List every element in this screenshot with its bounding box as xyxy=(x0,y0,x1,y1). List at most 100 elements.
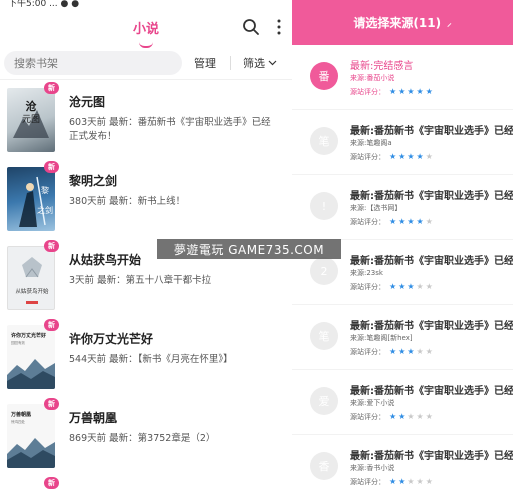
source-list: 番最新:完结感言 来源:番茄小说 源站评分： ★ ★ ★ ★ ★ 笔最新:番茄新书《宇宙职业选手… xyxy=(292,45,513,496)
star-icon: ★ xyxy=(407,347,415,356)
source-item[interactable]: 香最新:番茄新书《宇宙职业选手》已经… 来源:香书小说 源站评分： ★ ★ ★ ★ ★ xyxy=(292,435,513,496)
source-latest-chapter: 最新:番茄新书《宇宙职业选手》已经… xyxy=(350,191,513,202)
source-picker-title: 请选择来源(11) xyxy=(353,16,442,30)
rating-stars: ★ ★ ★ ★ ★ xyxy=(389,153,433,161)
book-title: 从姑获鸟开始 xyxy=(69,253,142,267)
search-input[interactable]: 搜索书架 xyxy=(4,50,182,75)
book-item[interactable]: 沧 元图 新 沧元图 603天前 最新：番茄新书《宇宙职业选手》已经正式发布！ xyxy=(0,80,292,159)
source-avatar: 爱 xyxy=(310,387,338,415)
tab-novel[interactable]: 小说 xyxy=(133,18,159,37)
star-icon: ★ xyxy=(398,152,406,161)
source-avatar: 香 xyxy=(310,452,338,480)
book-item[interactable]: 许你万丈光芒好 囧囧有妖 新 许你万丈光芒好 544天前 最新：【新书《月亮在怀… xyxy=(0,317,292,396)
star-icon: ★ xyxy=(398,412,406,421)
source-item[interactable]: ! 最新:番茄新书《宇宙职业选手》已经… 来源:【选书网】 源站评分： ★ ★ ★ ★ ★ xyxy=(292,175,513,240)
star-icon: ★ xyxy=(416,477,424,486)
book-latest: 380天前 最新：新书上线！ xyxy=(69,196,186,207)
star-icon: ★ xyxy=(416,282,424,291)
top-bar: 小说 xyxy=(0,8,292,48)
toolbar-divider xyxy=(230,55,231,70)
source-origin: 来源:笔趣阁[新hex] xyxy=(350,334,413,342)
source-latest-chapter: 最新:番茄新书《宇宙职业选手》已经… xyxy=(350,321,513,332)
book-title: 黎明之剑 xyxy=(69,174,118,188)
star-icon: ★ xyxy=(389,347,397,356)
source-avatar: 笔 xyxy=(310,322,338,350)
book-cover: 从姑获鸟开始 xyxy=(7,246,55,310)
source-item[interactable]: 爱最新:番茄新书《宇宙职业选手》已经… 来源:爱下小说 源站评分： ★ ★ ★ ★ ★ xyxy=(292,370,513,435)
star-icon: ★ xyxy=(425,87,433,96)
source-item[interactable]: 笔最新:番茄新书《宇宙职业选手》已经… 来源:笔趣阁a 源站评分： ★ ★ ★ ★ ★ xyxy=(292,110,513,175)
star-icon: ★ xyxy=(389,152,397,161)
more-vertical-icon[interactable] xyxy=(276,18,282,36)
star-icon: ★ xyxy=(425,217,433,226)
source-avatar: 番 xyxy=(310,62,338,90)
star-icon: ★ xyxy=(425,477,433,486)
star-icon: ★ xyxy=(389,87,397,96)
rating-stars: ★ ★ ★ ★ ★ xyxy=(389,88,433,96)
rating-label: 源站评分： xyxy=(350,478,385,486)
book-latest: 544天前 最新：【新书《月亮在怀里》】 xyxy=(69,354,233,365)
star-icon: ★ xyxy=(407,282,415,291)
rating-label: 源站评分： xyxy=(350,348,385,356)
svg-text:沧: 沧 xyxy=(26,99,37,113)
book-item[interactable]: 万兽朝凰 惊鸿四处 新 万兽朝凰 869天前 最新：第3752章是（2） xyxy=(0,396,292,475)
star-icon: ★ xyxy=(416,152,424,161)
source-rating: 源站评分： ★ ★ ★ ★ ★ xyxy=(350,217,433,227)
book-title: 沧元图 xyxy=(69,95,106,109)
source-latest-chapter: 最新:完结感言 xyxy=(350,61,414,72)
manage-button[interactable]: 管理 xyxy=(194,55,216,71)
star-icon: ★ xyxy=(425,152,433,161)
star-icon: ★ xyxy=(407,412,415,421)
svg-text:元图: 元图 xyxy=(22,114,40,125)
rating-stars: ★ ★ ★ ★ ★ xyxy=(389,413,433,421)
book-title: 万兽朝凰 xyxy=(69,411,118,425)
star-icon: ★ xyxy=(389,412,397,421)
search-icon[interactable] xyxy=(242,18,260,36)
new-badge: 新 xyxy=(44,82,59,94)
star-icon: ★ xyxy=(389,282,397,291)
source-rating: 源站评分： ★ ★ ★ ★ ★ xyxy=(350,87,433,97)
rating-label: 源站评分： xyxy=(350,88,385,96)
rating-stars: ★ ★ ★ ★ ★ xyxy=(389,283,433,291)
book-latest: 869天前 最新：第3752章是（2） xyxy=(69,433,216,444)
star-icon: ★ xyxy=(416,217,424,226)
star-icon: ★ xyxy=(398,347,406,356)
rating-stars: ★ ★ ★ ★ ★ xyxy=(389,478,433,486)
source-picker-header: 请选择来源(11) ⸝ xyxy=(292,0,513,45)
search-placeholder: 搜索书架 xyxy=(14,56,58,70)
bookshelf-toolbar: 搜索书架 管理 筛选 xyxy=(0,46,292,80)
source-latest-chapter: 最新:番茄新书《宇宙职业选手》已经… xyxy=(350,451,513,462)
star-icon: ★ xyxy=(425,347,433,356)
source-item[interactable]: 笔最新:番茄新书《宇宙职业选手》已经… 来源:笔趣阁[新hex] 源站评分： ★ ★ ★ ★… xyxy=(292,305,513,370)
star-icon: ★ xyxy=(407,87,415,96)
source-origin: 来源:23sk xyxy=(350,269,383,277)
star-icon: ★ xyxy=(407,477,415,486)
svg-text:囧囧有妖: 囧囧有妖 xyxy=(11,340,25,345)
book-cover: 万兽朝凰 惊鸿四处 xyxy=(7,404,55,468)
star-icon: ★ xyxy=(416,347,424,356)
book-cover: 许你万丈光芒好 囧囧有妖 xyxy=(7,325,55,389)
new-badge: 新 xyxy=(44,477,59,489)
svg-text:许你万丈光芒好: 许你万丈光芒好 xyxy=(11,332,46,339)
star-icon: ★ xyxy=(398,87,406,96)
star-icon: ★ xyxy=(425,412,433,421)
source-item[interactable]: 番最新:完结感言 来源:番茄小说 源站评分： ★ ★ ★ ★ ★ xyxy=(292,45,513,110)
star-icon: ★ xyxy=(416,412,424,421)
rating-stars: ★ ★ ★ ★ ★ xyxy=(389,348,433,356)
source-latest-chapter: 最新:番茄新书《宇宙职业选手》已经… xyxy=(350,386,513,397)
book-item[interactable]: 黎 之剑 新 黎明之剑 380天前 最新：新书上线！ xyxy=(0,159,292,238)
star-icon: ★ xyxy=(407,217,415,226)
svg-text:惊鸿四处: 惊鸿四处 xyxy=(11,419,25,424)
filter-button[interactable]: 筛选 xyxy=(243,55,277,71)
rating-label: 源站评分： xyxy=(350,218,385,226)
svg-text:万兽朝凰: 万兽朝凰 xyxy=(10,411,31,418)
new-badge: 新 xyxy=(44,319,59,331)
source-avatar: ! xyxy=(310,192,338,220)
book-item[interactable]: 新 xyxy=(0,475,292,495)
star-icon: ★ xyxy=(398,217,406,226)
svg-text:从姑获鸟开始: 从姑获鸟开始 xyxy=(15,287,49,295)
book-title: 许你万丈光芒好 xyxy=(69,332,154,346)
new-badge: 新 xyxy=(44,161,59,173)
filter-label: 筛选 xyxy=(243,56,265,70)
rating-label: 源站评分： xyxy=(350,283,385,291)
